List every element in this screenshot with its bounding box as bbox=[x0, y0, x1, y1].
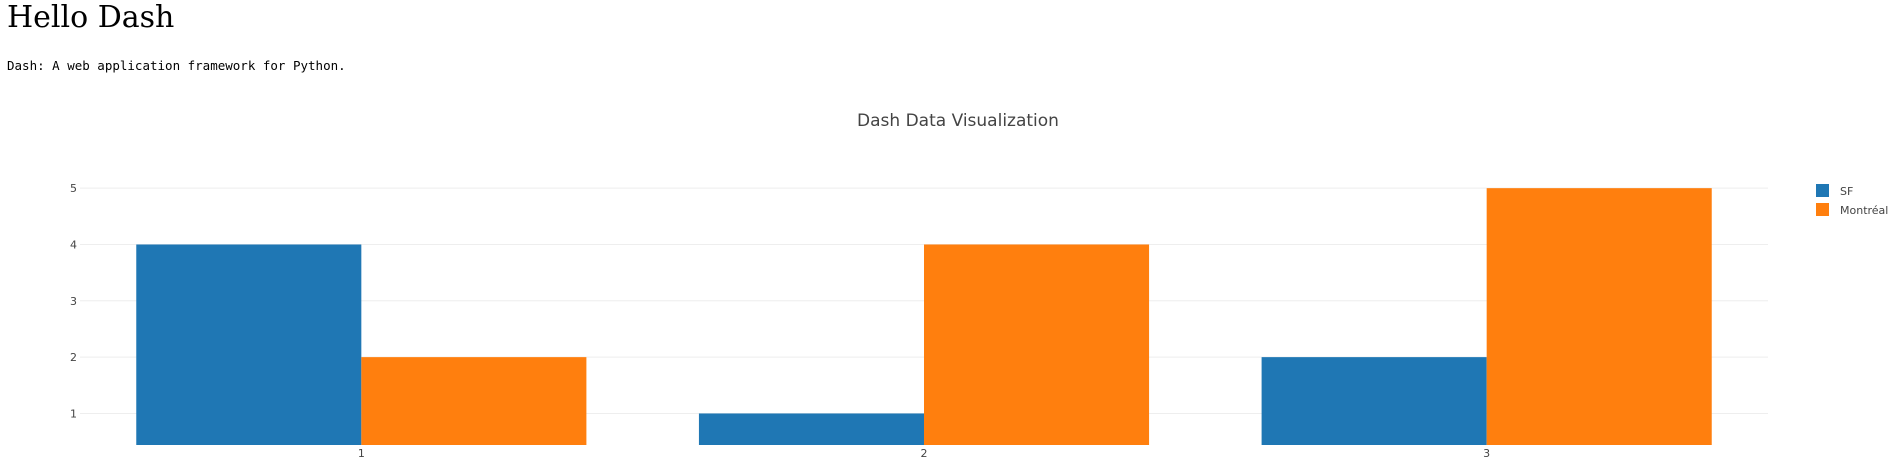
bar-montr-al-1[interactable] bbox=[361, 357, 587, 445]
page-title: Hello Dash bbox=[7, 0, 175, 35]
legend[interactable]: SF Montréal bbox=[1816, 184, 1888, 217]
legend-label[interactable]: SF bbox=[1840, 185, 1853, 198]
y-tick-label: 5 bbox=[70, 182, 77, 195]
bar-montr-al-3[interactable] bbox=[1486, 188, 1712, 445]
bar-sf-2[interactable] bbox=[698, 413, 924, 445]
bar-montr-al-2[interactable] bbox=[924, 244, 1150, 445]
legend-swatch[interactable] bbox=[1816, 203, 1829, 216]
legend-label[interactable]: Montréal bbox=[1840, 204, 1888, 217]
chart-svg: 1 2 3 4 5 1 2 3 Dash Data Visualization SF Montr… bbox=[70, 111, 1888, 460]
y-tick-label: 1 bbox=[70, 407, 77, 420]
bar-chart[interactable]: 1 2 3 4 5 1 2 3 Dash Data Visualization SF Montr… bbox=[0, 100, 1894, 463]
y-tick-label: 4 bbox=[70, 238, 77, 251]
x-tick-label: 1 bbox=[358, 447, 365, 460]
y-tick-label: 2 bbox=[70, 351, 77, 364]
page-subtitle: Dash: A web application framework for Py… bbox=[7, 58, 346, 73]
bars-layer bbox=[136, 188, 1712, 445]
chart-title: Dash Data Visualization bbox=[857, 111, 1059, 131]
bar-sf-1[interactable] bbox=[136, 244, 362, 445]
legend-swatch[interactable] bbox=[1816, 184, 1829, 197]
bar-sf-3[interactable] bbox=[1261, 357, 1487, 445]
y-tick-label: 3 bbox=[70, 295, 77, 308]
x-tick-label: 2 bbox=[921, 447, 928, 460]
x-tick-label: 3 bbox=[1483, 447, 1490, 460]
